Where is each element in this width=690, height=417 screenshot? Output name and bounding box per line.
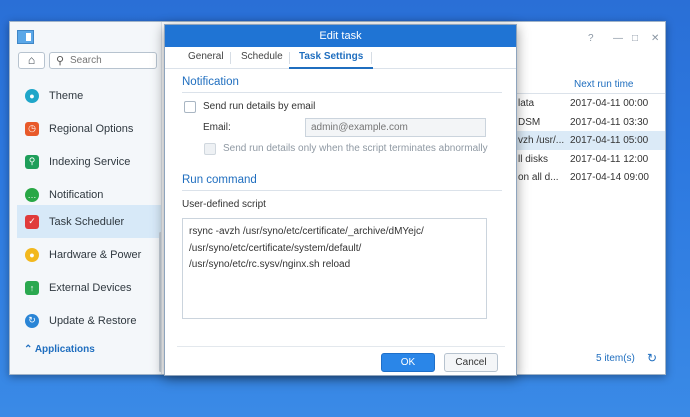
table-row[interactable]: lata 2017-04-11 00:00 bbox=[515, 94, 665, 113]
sidebar-item-regional-options[interactable]: ◷ Regional Options bbox=[17, 112, 161, 145]
email-label: Email: bbox=[203, 122, 231, 133]
tab-task-settings[interactable]: Task Settings bbox=[299, 51, 363, 62]
cancel-button[interactable]: Cancel bbox=[444, 353, 498, 372]
script-line: rsync -avzh /usr/syno/etc/certificate/_a… bbox=[189, 226, 424, 237]
calendar-icon: ✓ bbox=[25, 214, 39, 229]
control-panel-sidebar: ⌂ ⚲ ● Theme ◷ Regional Options ⚲ Indexin… bbox=[10, 22, 162, 374]
applications-label: Applications bbox=[34, 344, 95, 355]
magnifier-icon: ⚲ bbox=[25, 154, 39, 169]
sidebar-item-label: Indexing Service bbox=[49, 155, 131, 168]
search-box[interactable]: ⚲ bbox=[49, 52, 157, 69]
search-input[interactable] bbox=[70, 54, 154, 67]
sidebar-item-theme[interactable]: ● Theme bbox=[17, 79, 161, 112]
table-row[interactable]: ll disks 2017-04-11 12:00 bbox=[515, 150, 665, 169]
sidebar-item-indexing-service[interactable]: ⚲ Indexing Service bbox=[17, 145, 161, 178]
maximize-icon[interactable]: □ bbox=[632, 33, 638, 44]
refresh-icon: ↻ bbox=[25, 313, 39, 328]
active-tab-indicator bbox=[289, 67, 373, 69]
search-icon: ⚲ bbox=[56, 55, 65, 67]
next-run-cell: 2017-04-11 05:00 bbox=[570, 135, 649, 146]
refresh-icon[interactable]: ↻ bbox=[647, 351, 657, 365]
task-name-cell: DSM bbox=[518, 116, 541, 128]
abnormal-only-checkbox[interactable] bbox=[204, 143, 216, 155]
script-line: /usr/syno/etc/rc.sysv/nginx.sh reload bbox=[189, 259, 351, 270]
palette-icon: ● bbox=[25, 88, 39, 103]
task-name-cell: vzh /usr/... bbox=[518, 135, 565, 146]
chevron-up-icon: ⌃ bbox=[24, 344, 33, 355]
sidebar-item-label: Update & Restore bbox=[49, 314, 137, 327]
table-row[interactable]: DSM 2017-04-11 03:30 bbox=[515, 113, 665, 132]
notification-section-title: Notification bbox=[182, 76, 239, 88]
applications-section-header[interactable]: ⌃ Applications bbox=[24, 344, 95, 355]
sidebar-item-label: External Devices bbox=[49, 281, 132, 294]
sidebar-topbar: ⌂ ⚲ bbox=[10, 22, 161, 76]
control-panel-logo-icon bbox=[17, 30, 34, 44]
ok-button[interactable]: OK bbox=[381, 353, 435, 372]
dialog-title: Edit task bbox=[165, 25, 516, 47]
task-name-cell: lata bbox=[518, 98, 535, 109]
clock-icon: ◷ bbox=[25, 121, 39, 136]
minimize-icon[interactable]: — bbox=[613, 33, 623, 44]
abnormal-only-label: Send run details only when the script te… bbox=[223, 143, 488, 154]
sidebar-item-hardware-power[interactable]: ● Hardware & Power bbox=[17, 238, 161, 271]
dialog-tabs: General Schedule Task Settings bbox=[165, 47, 516, 69]
table-row-selected[interactable]: vzh /usr/... 2017-04-11 05:00 bbox=[515, 131, 665, 150]
bulb-icon: ● bbox=[25, 247, 39, 262]
send-email-checkbox[interactable] bbox=[184, 101, 196, 113]
item-count: 5 item(s) bbox=[596, 353, 635, 364]
next-run-cell: 2017-04-11 00:00 bbox=[570, 98, 649, 109]
section-divider bbox=[182, 92, 502, 93]
task-name-cell: ll disks bbox=[518, 153, 549, 165]
sidebar-item-label: Hardware & Power bbox=[49, 248, 142, 261]
table-row[interactable]: on all d... 2017-04-14 09:00 bbox=[515, 168, 665, 187]
sidebar-item-label: Task Scheduler bbox=[49, 215, 125, 228]
sidebar-item-label: Regional Options bbox=[49, 122, 134, 135]
script-line: /usr/syno/etc/certificate/system/default… bbox=[189, 242, 362, 254]
next-run-cell: 2017-04-11 03:30 bbox=[570, 116, 649, 128]
footer-divider bbox=[177, 346, 505, 347]
edit-task-dialog: Edit task General Schedule Task Settings… bbox=[164, 24, 517, 376]
tab-general[interactable]: General bbox=[188, 51, 224, 62]
home-button[interactable]: ⌂ bbox=[18, 52, 45, 69]
run-command-section-title: Run command bbox=[182, 174, 257, 186]
upload-icon: ↑ bbox=[25, 280, 39, 295]
close-icon[interactable]: ✕ bbox=[651, 33, 659, 44]
tab-divider bbox=[289, 52, 290, 64]
sidebar-item-external-devices[interactable]: ↑ External Devices bbox=[17, 271, 161, 304]
sidebar-item-update-restore[interactable]: ↻ Update & Restore bbox=[17, 304, 161, 337]
help-icon[interactable]: ? bbox=[588, 33, 594, 44]
chat-bubble-icon: … bbox=[25, 187, 39, 202]
sidebar-item-label: Theme bbox=[49, 89, 84, 102]
next-run-column-header[interactable]: Next run time bbox=[574, 79, 633, 90]
tab-divider bbox=[371, 52, 372, 64]
table-header: Next run time bbox=[515, 74, 665, 94]
task-table: Next run time lata 2017-04-11 00:00 DSM … bbox=[515, 74, 665, 187]
next-run-cell: 2017-04-14 09:00 bbox=[570, 172, 649, 183]
sidebar-scrollbar[interactable] bbox=[159, 232, 161, 372]
task-name-cell: on all d... bbox=[518, 172, 559, 183]
section-divider bbox=[182, 190, 502, 191]
sidebar-item-task-scheduler[interactable]: ✓ Task Scheduler bbox=[17, 205, 161, 238]
sidebar-item-label: Notification bbox=[49, 188, 104, 201]
send-email-label: Send run details by email bbox=[203, 101, 316, 112]
script-textarea[interactable]: rsync -avzh /usr/syno/etc/certificate/_a… bbox=[182, 218, 487, 319]
tab-schedule[interactable]: Schedule bbox=[241, 51, 283, 62]
email-field[interactable] bbox=[305, 118, 486, 137]
script-label: User-defined script bbox=[182, 199, 266, 210]
tab-divider bbox=[230, 52, 231, 64]
next-run-cell: 2017-04-11 12:00 bbox=[570, 153, 649, 165]
